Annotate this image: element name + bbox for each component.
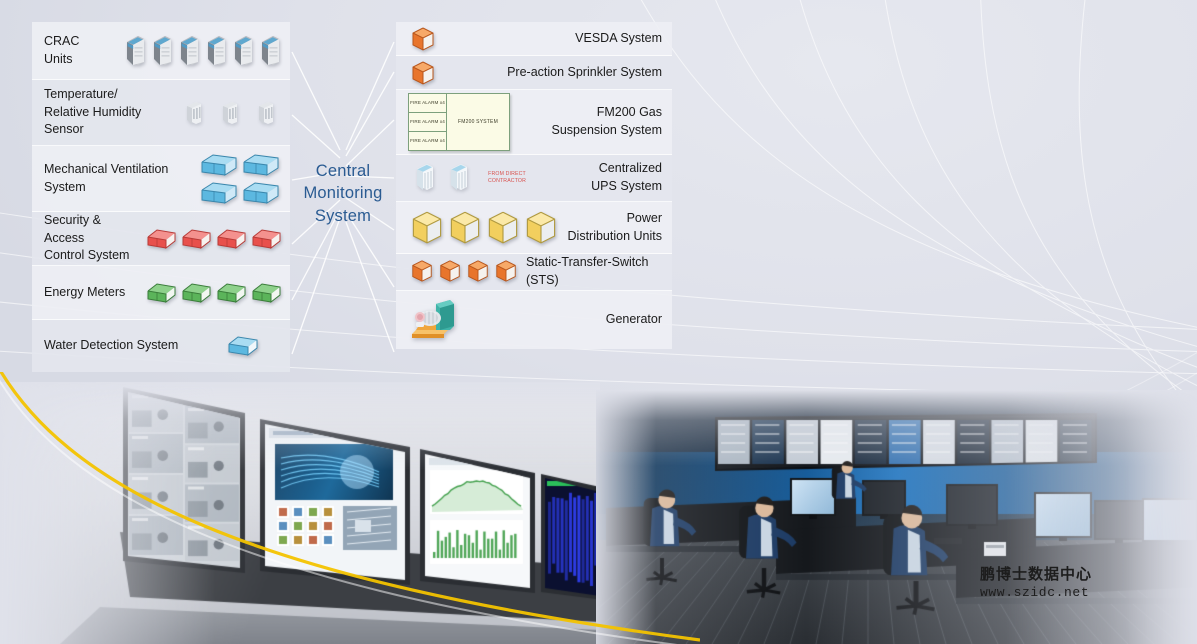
orange-cube-icon (410, 60, 436, 86)
left-systems-panel: CRAC Units Temperature/ Relative Humidit… (32, 22, 290, 372)
server-rack-icon (205, 34, 228, 68)
server-rack-icon (259, 34, 282, 68)
fm200-fire-alarm-column: FIRE ALARM x4 FIRE ALARM x4 FIRE ALARM x… (409, 94, 447, 150)
right-systems-panel: VESDA System Pre-action Sprinkler System… (396, 22, 672, 349)
row-label: Power Distribution Units (560, 210, 672, 246)
temperature-sensor-icon (184, 99, 204, 127)
ventilation-box-icon (200, 180, 238, 206)
ups-contractor-note: FROM DIRECT CONTRACTOR (488, 171, 526, 185)
row-icons (176, 99, 290, 127)
row-security-access-control-system[interactable]: Security & Access Control System (32, 212, 290, 266)
orange-cube-icon (466, 259, 490, 285)
server-rack-icon (178, 34, 201, 68)
row-label: Pre-action Sprinkler System (438, 64, 672, 82)
yellow-cube-icon (448, 210, 482, 246)
row-label: Water Detection System (32, 337, 224, 355)
temperature-sensor-icon (256, 99, 276, 127)
orange-cube-icon (438, 259, 462, 285)
row-vesda-system[interactable]: VESDA System (396, 22, 672, 56)
row-label: Energy Meters (32, 284, 144, 302)
row-label: CRAC Units (32, 33, 122, 69)
watermark-url: www.szidc.net (980, 585, 1092, 600)
fm200-schematic-icon: FIRE ALARM x4 FIRE ALARM x4 FIRE ALARM x… (408, 93, 510, 151)
row-label: Security & Access Control System (32, 212, 144, 265)
row-power-distribution-units[interactable]: Power Distribution Units (396, 202, 672, 254)
row-generator[interactable]: Generator (396, 291, 672, 349)
yellow-cube-icon (524, 210, 558, 246)
row-mechanical-ventilation-system[interactable]: Mechanical Ventilation System (32, 146, 290, 212)
row-icons (198, 151, 290, 207)
watermark-chinese-text: 鹏博士数据中心 (980, 566, 1092, 585)
row-icons (396, 259, 520, 285)
row-energy-meters[interactable]: Energy Meters (32, 266, 290, 320)
orange-cube-icon (410, 26, 436, 52)
noc-control-room-photo (596, 390, 1197, 644)
server-rack-icon (124, 34, 147, 68)
orange-cube-icon (410, 259, 434, 285)
row-water-detection-system[interactable]: Water Detection System (32, 320, 290, 372)
access-control-box-icon (181, 226, 212, 252)
ups-tower-icon (448, 161, 470, 195)
generator-icon (406, 296, 458, 344)
energy-meter-box-icon (146, 280, 177, 306)
energy-meter-box-icon (251, 280, 282, 306)
row-label: Temperature/ Relative Humidity Sensor (32, 86, 176, 139)
row-icons (122, 34, 290, 68)
server-rack-icon (151, 34, 174, 68)
energy-meter-box-icon (216, 280, 247, 306)
row-crac-units[interactable]: CRAC Units (32, 22, 290, 80)
row-label: VESDA System (438, 30, 672, 48)
row-icons (224, 332, 290, 360)
row-icons (144, 225, 290, 253)
row-temperature-humidity-sensor[interactable]: Temperature/ Relative Humidity Sensor (32, 80, 290, 146)
water-detection-box-icon (226, 333, 260, 359)
yellow-cube-icon (410, 210, 444, 246)
energy-meter-box-icon (181, 280, 212, 306)
orange-cube-icon (494, 259, 518, 285)
ventilation-box-icon (200, 152, 238, 178)
row-label: Centralized UPS System (526, 160, 672, 196)
row-fm200-gas-suspension-system[interactable]: FIRE ALARM x4 FIRE ALARM x4 FIRE ALARM x… (396, 90, 672, 155)
row-pre-action-sprinkler-system[interactable]: Pre-action Sprinkler System (396, 56, 672, 90)
server-rack-icon (232, 34, 255, 68)
temperature-sensor-icon (220, 99, 240, 127)
row-icons (396, 26, 438, 52)
row-icons: FROM DIRECT CONTRACTOR (396, 161, 526, 195)
row-icons (396, 296, 458, 344)
access-control-box-icon (216, 226, 247, 252)
ups-tower-icon (414, 161, 436, 195)
monitoring-system-diagram: CRAC Units Temperature/ Relative Humidit… (0, 0, 1197, 390)
video-wall-photo (0, 382, 600, 644)
fm200-system-label: FM200 SYSTEM (447, 94, 509, 150)
fire-alarm-cell: FIRE ALARM x4 (409, 113, 446, 132)
ventilation-box-icon (242, 180, 280, 206)
row-icons (396, 210, 560, 246)
row-label: Generator (458, 311, 672, 329)
row-static-transfer-switch[interactable]: Static-Transfer-Switch (STS) (396, 254, 672, 291)
row-icons (144, 279, 290, 307)
access-control-box-icon (251, 226, 282, 252)
row-icons (396, 60, 438, 86)
row-icons: FIRE ALARM x4 FIRE ALARM x4 FIRE ALARM x… (396, 93, 510, 151)
row-label: Mechanical Ventilation System (32, 161, 198, 197)
photo-strip (0, 372, 1197, 644)
row-centralized-ups-system[interactable]: FROM DIRECT CONTRACTOR Centralized UPS S… (396, 155, 672, 202)
fire-alarm-cell: FIRE ALARM x4 (409, 94, 446, 113)
row-label: Static-Transfer-Switch (STS) (520, 254, 672, 290)
central-monitoring-system-label: Central Monitoring System (296, 160, 390, 227)
row-label: FM200 Gas Suspension System (510, 104, 672, 140)
access-control-box-icon (146, 226, 177, 252)
watermark: 鹏博士数据中心 www.szidc.net (980, 566, 1092, 600)
yellow-cube-icon (486, 210, 520, 246)
fire-alarm-cell: FIRE ALARM x4 (409, 132, 446, 150)
ventilation-box-icon (242, 152, 280, 178)
